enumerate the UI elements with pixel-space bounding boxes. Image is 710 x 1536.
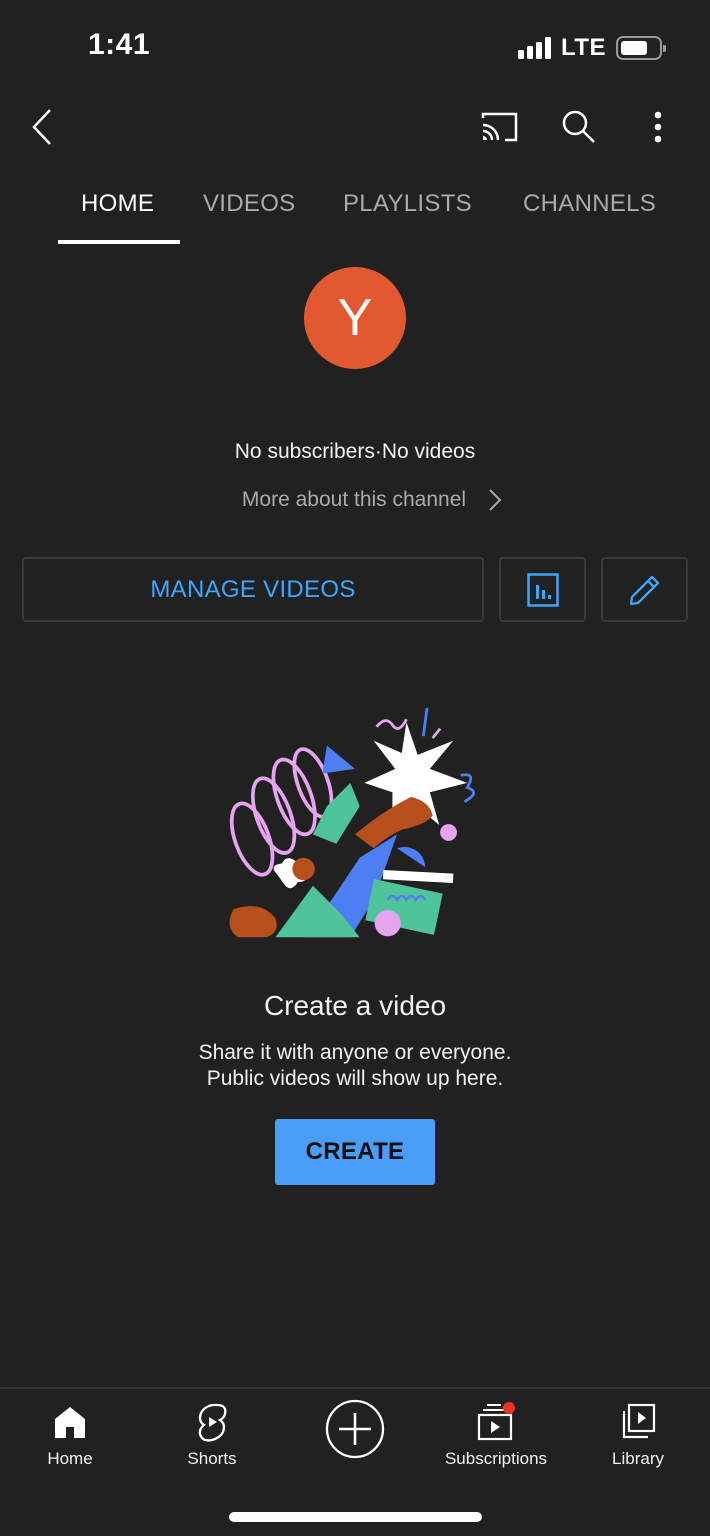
- stats-separator: ·: [374, 440, 382, 463]
- create-button[interactable]: CREATE: [275, 1119, 435, 1185]
- more-vert-icon: [654, 111, 662, 143]
- more-options-button[interactable]: [640, 104, 676, 150]
- create-video-illustration: [229, 707, 475, 938]
- home-icon: [55, 1407, 85, 1438]
- brown-hand-bottom: [229, 906, 277, 938]
- signal-icon: [517, 37, 551, 59]
- nav-home-label: Home: [47, 1449, 93, 1468]
- empty-state-description: Share it with anyone or everyone. Public…: [0, 1040, 710, 1092]
- status-time: 1:41: [88, 28, 151, 61]
- edit-channel-button[interactable]: [601, 557, 688, 622]
- channel-name: [0, 396, 710, 432]
- green-shape: [312, 782, 360, 844]
- blue-half-circle: [397, 846, 426, 868]
- channel-title: [86, 114, 446, 138]
- notification-badge: [503, 1402, 515, 1414]
- home-indicator[interactable]: [229, 1512, 482, 1522]
- pink-squiggle: [375, 718, 408, 730]
- top-app-bar: [0, 96, 710, 158]
- cast-icon: [481, 112, 518, 142]
- blue-triangle: [322, 745, 355, 774]
- manage-videos-button[interactable]: MANAGE VIDEOS: [22, 557, 484, 622]
- network-type: LTE: [560, 34, 606, 61]
- shorts-icon: [198, 1403, 227, 1442]
- back-button[interactable]: [22, 104, 62, 150]
- channel-actions: MANAGE VIDEOS: [22, 557, 688, 622]
- back-icon: [32, 109, 51, 145]
- chevron-right-icon: [489, 489, 502, 511]
- nav-home[interactable]: Home: [0, 1401, 140, 1469]
- search-icon: [562, 110, 595, 143]
- status-bar: 1:41 LTE: [0, 0, 710, 96]
- tab-playlists[interactable]: PLAYLISTS: [343, 190, 472, 218]
- nav-shorts[interactable]: Shorts: [142, 1401, 282, 1469]
- pink-dot: [440, 824, 457, 841]
- empty-state-title: Create a video: [263, 990, 447, 1021]
- video-count: No videos: [381, 440, 476, 463]
- subscriber-count: No subscribers: [234, 440, 375, 463]
- analytics-icon: [526, 572, 559, 607]
- status-indicators: LTE: [517, 34, 666, 62]
- nav-subscriptions[interactable]: Subscriptions: [426, 1401, 566, 1469]
- nav-library[interactable]: Library: [568, 1401, 708, 1469]
- blue-stroke: [421, 707, 429, 737]
- pink-circle: [374, 910, 401, 937]
- channel-tabs: HOME VIDEOS PLAYLISTS CHANNELS: [0, 176, 710, 246]
- channel-stats: No subscribers·No videos: [0, 440, 710, 464]
- channel-avatar[interactable]: Y: [304, 267, 406, 369]
- search-button[interactable]: [556, 104, 602, 150]
- white-bar: [382, 869, 454, 883]
- active-tab-indicator: [58, 240, 180, 244]
- subscriptions-icon: [477, 1402, 515, 1441]
- description-line-2: Public videos will show up here.: [206, 1067, 504, 1090]
- pencil-icon: [629, 575, 659, 605]
- pink-stroke: [431, 727, 442, 739]
- library-icon: [622, 1403, 656, 1439]
- nav-subscriptions-label: Subscriptions: [444, 1449, 548, 1468]
- tab-channels[interactable]: CHANNELS: [523, 190, 656, 218]
- nav-library-label: Library: [612, 1449, 664, 1468]
- face: [292, 857, 315, 881]
- battery-icon: [616, 36, 666, 60]
- tab-home[interactable]: HOME: [81, 190, 154, 218]
- blue-squiggle: [460, 773, 475, 803]
- nav-create[interactable]: [285, 1399, 425, 1459]
- cast-button[interactable]: [474, 104, 524, 150]
- description-line-1: Share it with anyone or everyone.: [198, 1041, 512, 1064]
- add-circle-icon: [325, 1399, 385, 1459]
- analytics-button[interactable]: [499, 557, 586, 622]
- tab-videos[interactable]: VIDEOS: [203, 190, 296, 218]
- pink-spring-doodle: [229, 747, 334, 877]
- more-about-label: More about this channel: [241, 488, 467, 511]
- more-about-channel-link[interactable]: More about this channel: [0, 488, 710, 512]
- nav-shorts-label: Shorts: [187, 1449, 237, 1468]
